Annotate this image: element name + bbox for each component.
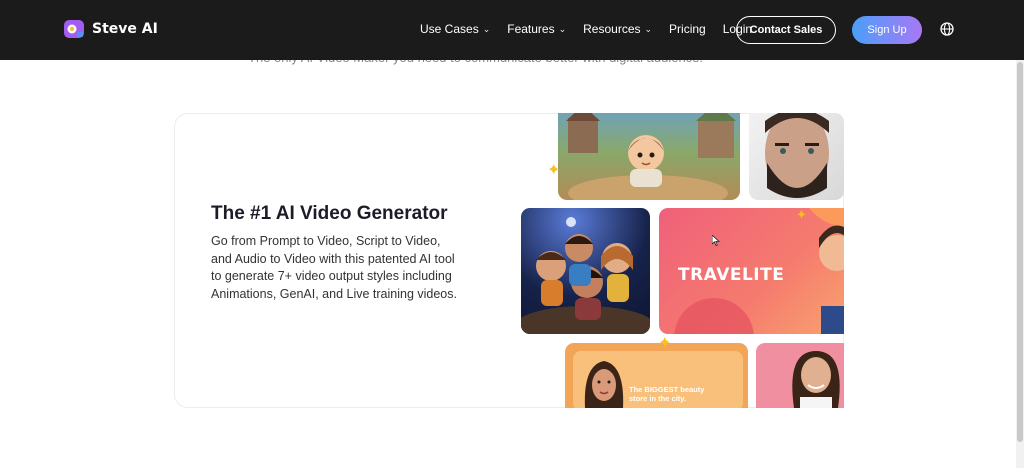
brand-name: Steve AI [92,21,158,37]
bearded-man-image [749,113,844,200]
menu-pricing[interactable]: Pricing [669,22,706,36]
animated-kids-group-image [521,208,650,334]
sparkle-icon: ✦ [547,162,561,179]
animated-village-girl-image [558,113,740,200]
chevron-down-icon: ⌄ [482,23,491,34]
card-title: The #1 AI Video Generator [211,203,448,224]
menu-resources[interactable]: Resources ⌄ [583,22,652,36]
beauty-store-promo-image: The BIGGEST beauty store in the city. [565,343,748,408]
globe-icon[interactable] [940,22,954,36]
top-navbar: Steve AI Use Cases ⌄ Features ⌄ Resource… [0,0,1024,60]
beauty-store-label: The BIGGEST beauty store in the city. [629,385,705,403]
sparkle-icon: ✦ [796,207,807,222]
travelite-promo-image: TRAVELITE [659,208,844,334]
chevron-down-icon: ⌄ [558,23,567,34]
brand-logo[interactable]: Steve AI [62,17,158,41]
scrollbar-thumb[interactable] [1017,62,1023,442]
smiling-woman-image [756,343,844,408]
logo-icon [62,17,86,41]
main-menu: Use Cases ⌄ Features ⌄ Resources ⌄ Prici… [420,22,752,36]
travelite-label: TRAVELITE [678,265,785,285]
chevron-down-icon: ⌄ [644,23,653,34]
contact-sales-button[interactable]: Contact Sales [736,16,836,44]
mouse-cursor-icon [711,233,721,247]
card-description: Go from Prompt to Video, Script to Video… [211,234,457,301]
sparkle-icon: ✦ [658,335,672,352]
menu-use-cases[interactable]: Use Cases ⌄ [420,22,490,36]
sign-up-button[interactable]: Sign Up [852,16,922,44]
menu-features[interactable]: Features ⌄ [507,22,566,36]
